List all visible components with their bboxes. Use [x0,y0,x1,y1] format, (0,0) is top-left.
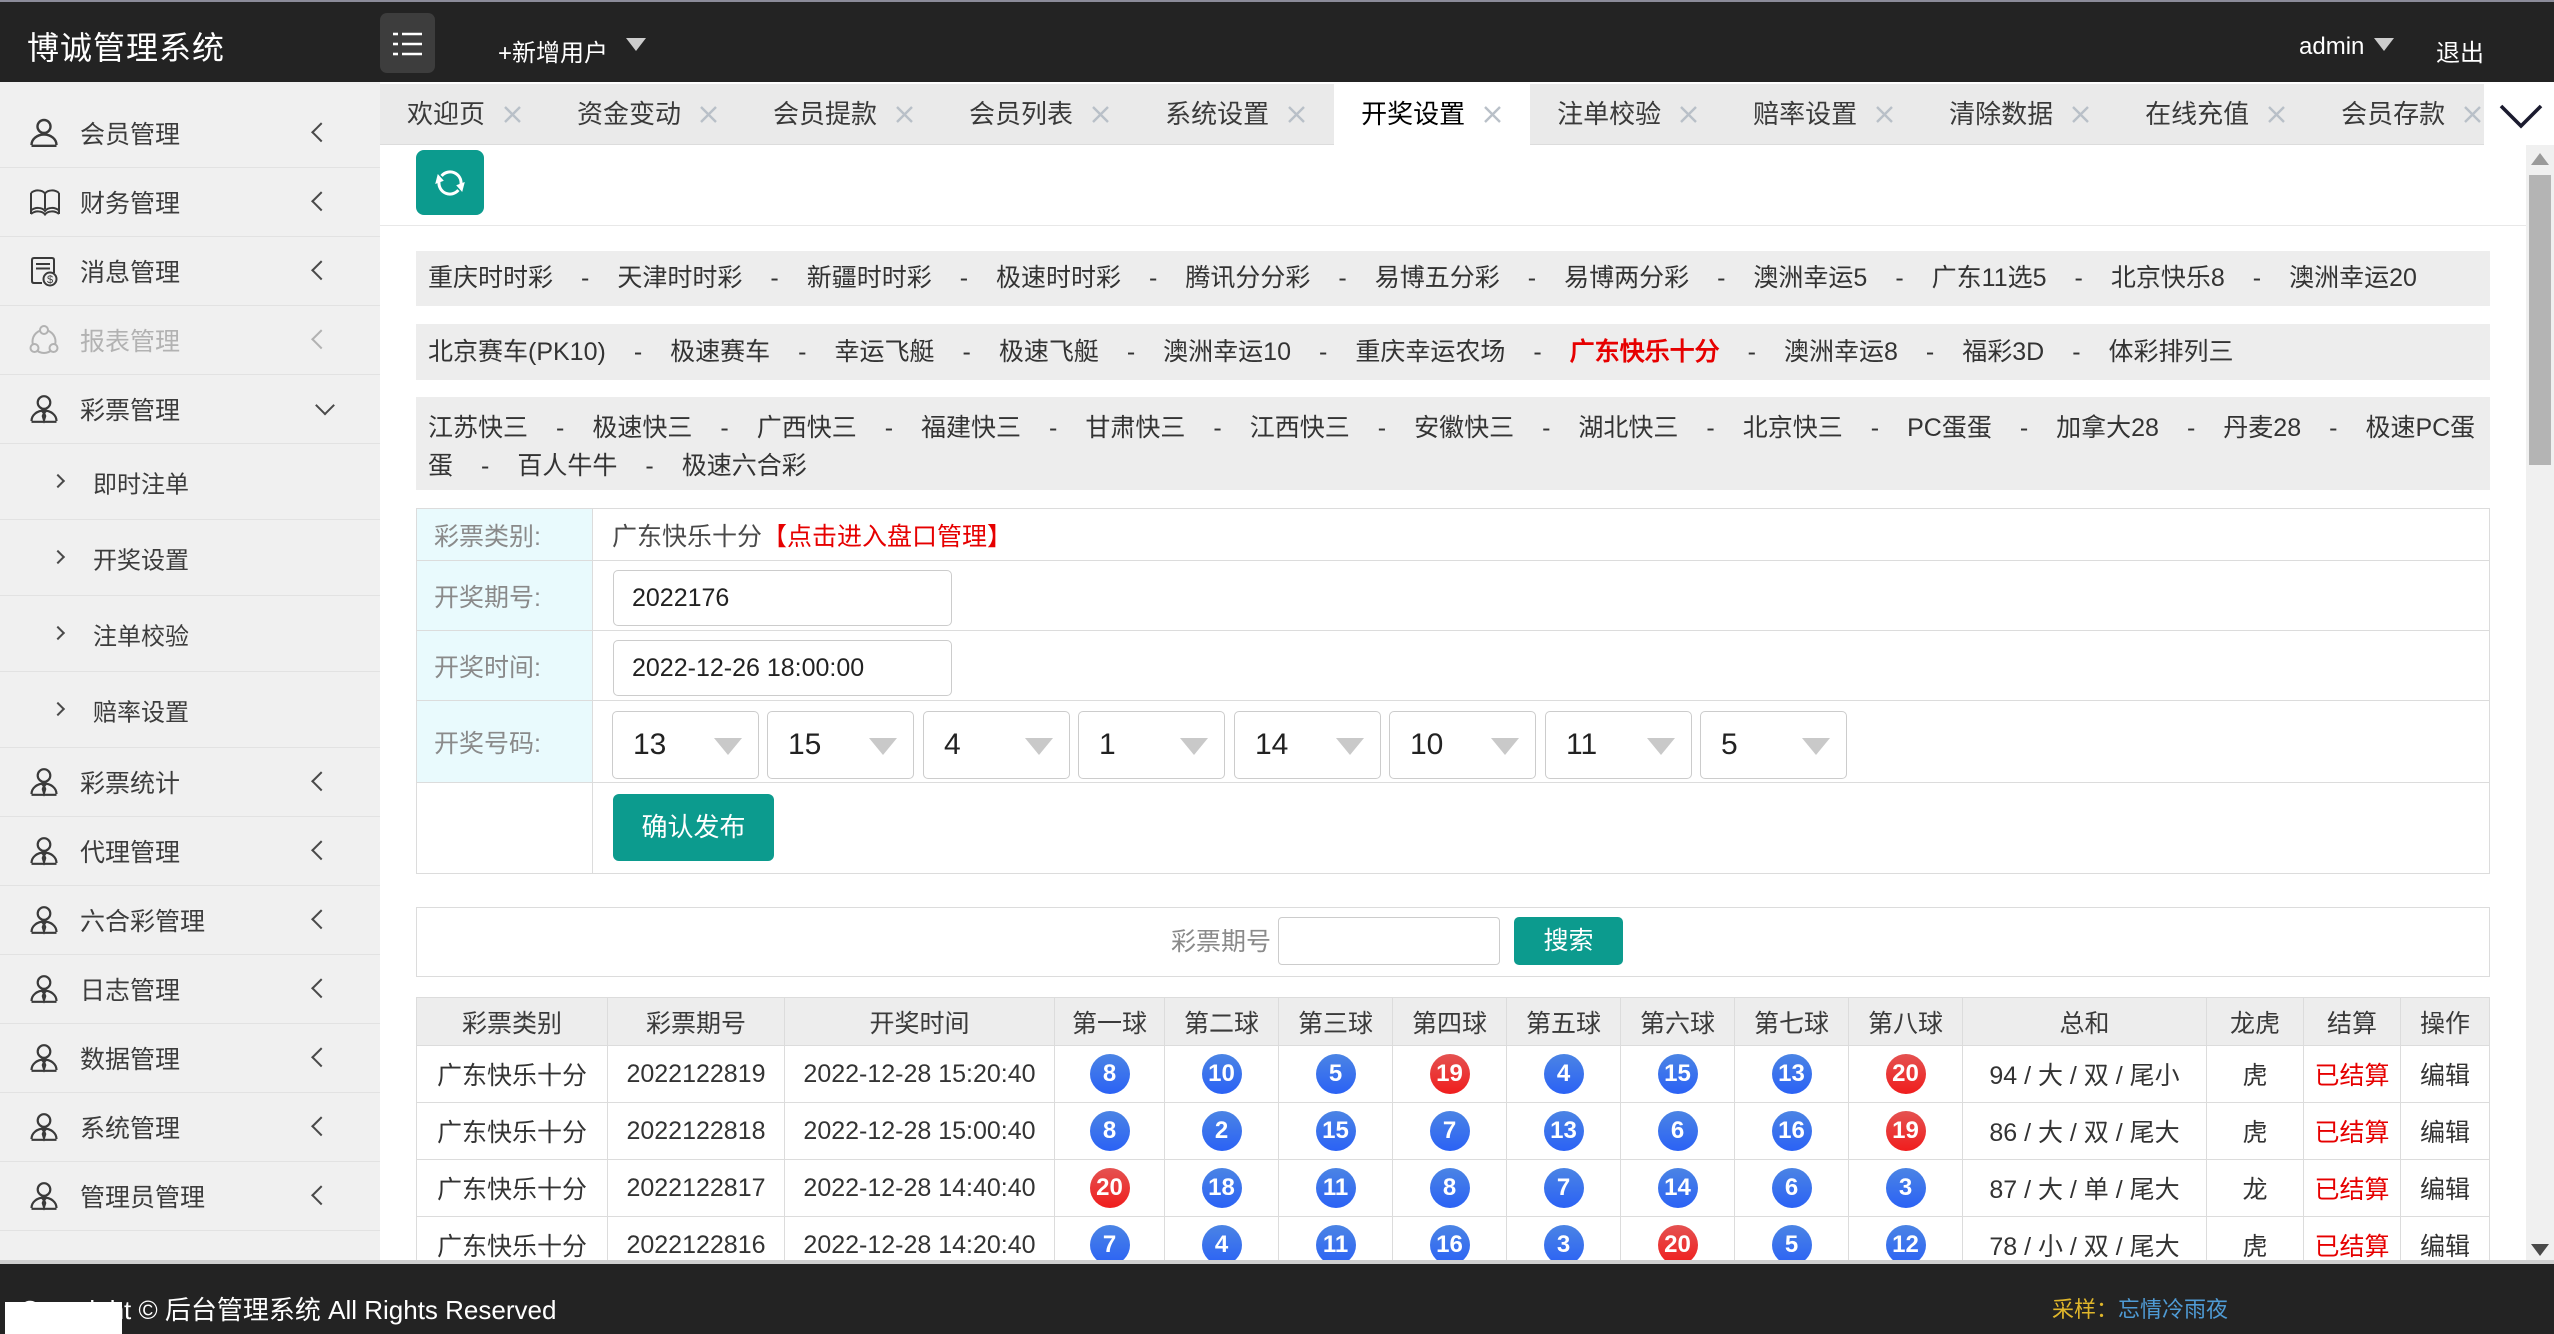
svg-text:$: $ [47,274,53,286]
